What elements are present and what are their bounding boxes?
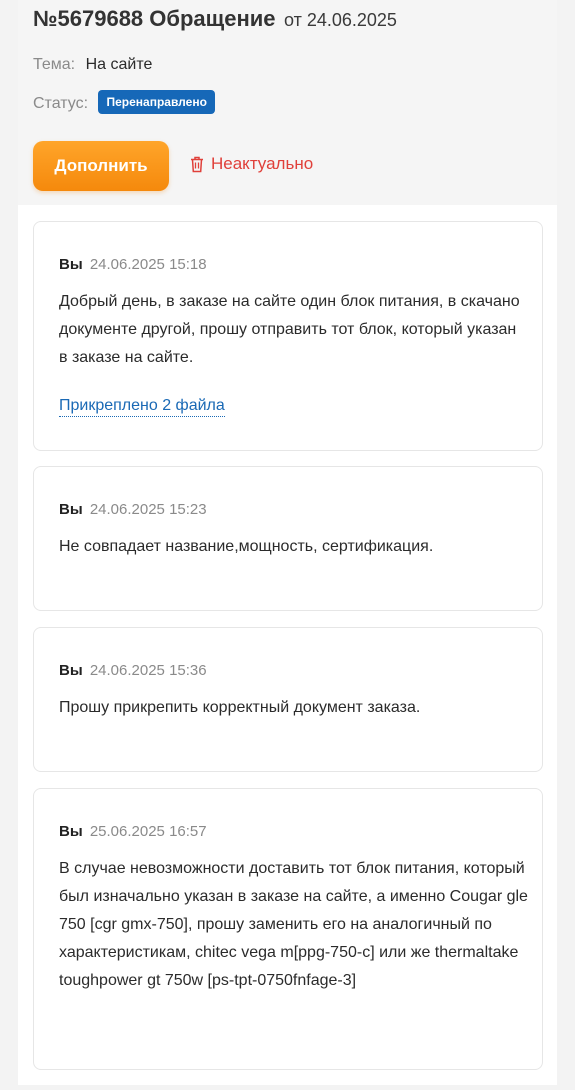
- topic-label: Тема:: [33, 56, 76, 73]
- message-card: Вы 25.06.2025 16:57 В случае невозможнос…: [33, 788, 543, 1070]
- message-time: 24.06.2025 15:23: [89, 501, 207, 518]
- message-header: Вы 25.06.2025 16:57: [59, 823, 207, 840]
- attachments-link[interactable]: Прикреплено 2 файла: [59, 396, 225, 417]
- message-card: Вы 24.06.2025 15:36 Прошу прикрепить кор…: [33, 627, 543, 772]
- status-badge: Перенаправлено: [98, 90, 215, 114]
- status-row: Статус: Перенаправлено: [33, 90, 215, 114]
- irrelevant-button[interactable]: Неактуально: [190, 154, 313, 174]
- message-text: В случае невозможности доставить тот бло…: [59, 860, 528, 989]
- message-header: Вы 24.06.2025 15:36: [59, 662, 207, 679]
- topic-row: Тема: На сайте: [33, 56, 152, 74]
- ticket-header: №5679688 Обращение от 24.06.2025 Тема: Н…: [18, 0, 557, 205]
- message-header: Вы 24.06.2025 15:23: [59, 501, 207, 518]
- supplement-button[interactable]: Дополнить: [33, 141, 169, 191]
- message-time: 25.06.2025 16:57: [89, 823, 207, 840]
- trash-icon: [191, 156, 203, 172]
- message-time: 24.06.2025 15:18: [89, 256, 207, 273]
- message-card: Вы 24.06.2025 15:18 Добрый день, в заказ…: [33, 221, 543, 451]
- message-author: Вы: [59, 501, 83, 518]
- messages-list: Вы 24.06.2025 15:18 Добрый день, в заказ…: [18, 205, 557, 1085]
- status-label: Статус:: [33, 95, 89, 112]
- message-text: Прошу прикрепить корректный документ зак…: [59, 699, 421, 716]
- message-header: Вы 24.06.2025 15:18: [59, 256, 207, 273]
- message-text: Не совпадает название,мощность, сертифик…: [59, 538, 434, 555]
- message-author: Вы: [59, 256, 83, 273]
- message-card: Вы 24.06.2025 15:23 Не совпадает названи…: [33, 466, 543, 611]
- message-time: 24.06.2025 15:36: [89, 662, 207, 679]
- ticket-page: №5679688 Обращение от 24.06.2025 Тема: Н…: [0, 0, 575, 1090]
- ticket-title-row: №5679688 Обращение от 24.06.2025: [33, 6, 397, 32]
- ticket-date: от 24.06.2025: [283, 10, 397, 30]
- ticket-title: №5679688 Обращение: [33, 6, 276, 31]
- message-author: Вы: [59, 662, 83, 679]
- message-author: Вы: [59, 823, 83, 840]
- irrelevant-label: Неактуально: [211, 154, 314, 173]
- message-text: Добрый день, в заказе на сайте один блок…: [59, 293, 520, 366]
- topic-value: На сайте: [85, 56, 153, 73]
